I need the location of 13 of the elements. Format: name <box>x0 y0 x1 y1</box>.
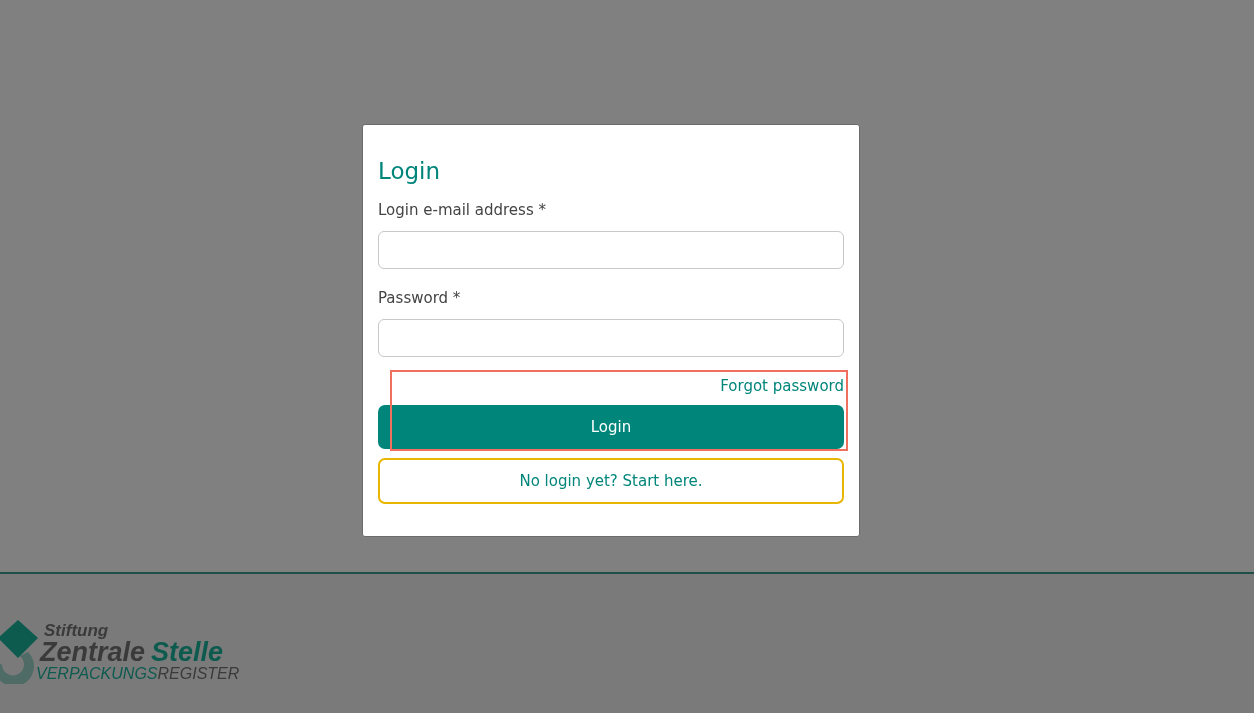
input-field[interactable] <box>378 319 844 357</box>
logo-text: REGISTER <box>157 666 240 682</box>
logo-text: Stelle <box>151 639 224 666</box>
input-field[interactable] <box>378 231 844 269</box>
logo-text: Zentrale <box>40 639 146 666</box>
card-title: Login <box>378 157 442 186</box>
field-label: Password * <box>378 288 462 309</box>
field-label: Login e-mail address * <box>378 200 547 221</box>
register-button[interactable]: No login yet? Start here. <box>378 458 844 504</box>
forgot-password-link[interactable]: Forgot password <box>720 375 844 397</box>
logo-text: VERPACKUNGS <box>36 666 158 682</box>
logo-text: Stiftung <box>44 622 110 639</box>
login-button[interactable]: Login <box>378 405 844 449</box>
